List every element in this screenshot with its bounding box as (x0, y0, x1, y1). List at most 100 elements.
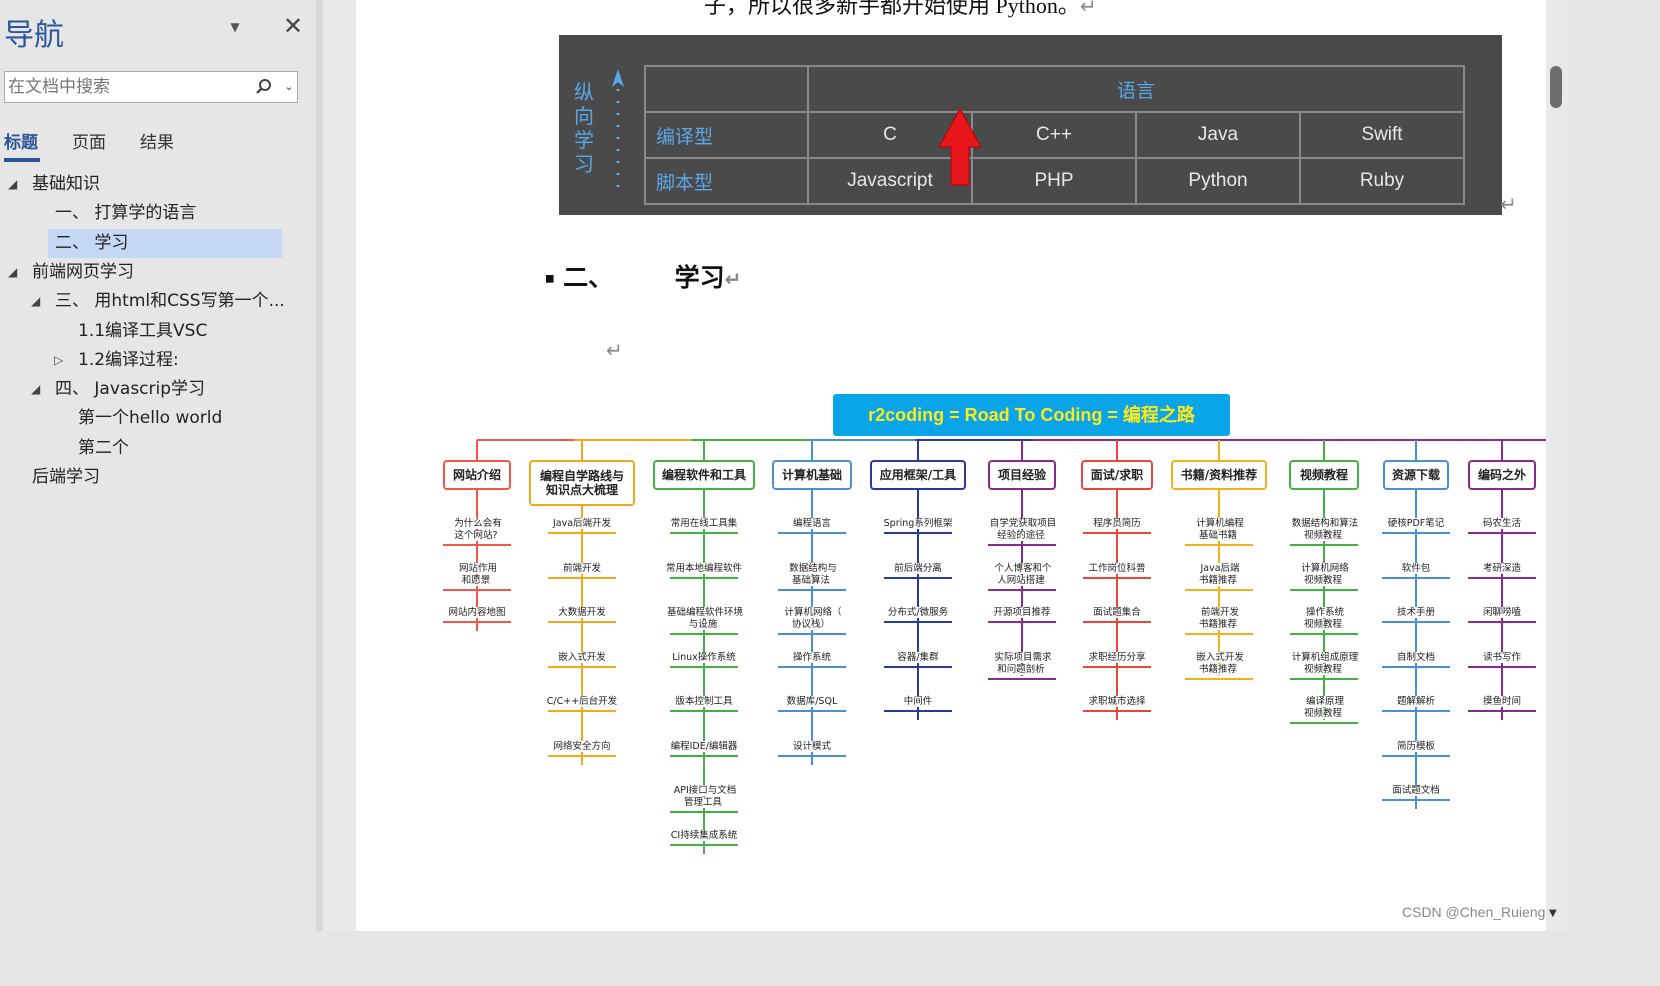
mindmap-item: 计算机网络（ 协议栈） (782, 607, 842, 630)
heading-text: 学习 (674, 263, 725, 292)
paragraph-mark-icon: ↵ (606, 338, 623, 362)
section-heading[interactable]: ■ 二、 学习↵ (545, 258, 741, 294)
tree-item[interactable]: 一、 打算学的语言 (0, 199, 300, 228)
watermark: CSDN @Chen_Ruieng (1402, 904, 1546, 920)
mindmap-connector (1218, 440, 1220, 460)
mindmap-item: 工作岗位科普 (1086, 562, 1148, 574)
chevron-down-icon[interactable]: ⌄ (281, 78, 297, 96)
mindmap-connector (1468, 576, 1536, 579)
table-row: 脚本型 Javascript PHP Python Ruby (644, 157, 1465, 205)
search-input[interactable] (5, 72, 247, 102)
mindmap-connector (1290, 633, 1358, 635)
mindmap-item: 操作系统 视频教程 (1303, 607, 1344, 630)
mindmap-item: Spring系列框架 (881, 518, 955, 529)
expanded-triangle-icon[interactable]: ◢ (8, 170, 17, 199)
tree-item[interactable]: 二、 学习 (48, 228, 282, 258)
mindmap-connector (1185, 677, 1253, 680)
mindmap-item: 数据结构和算法 视频教程 (1289, 518, 1359, 541)
mindmap-connector (1290, 677, 1358, 680)
expanded-triangle-icon[interactable]: ◢ (8, 258, 17, 287)
mindmap-item: 版本控制工具 (673, 696, 735, 707)
nav-options-chevron-icon[interactable]: ▼ (226, 18, 244, 36)
mindmap-item: 求职城市选择 (1086, 696, 1148, 707)
mindmap-item: 常用在线工具集 (668, 518, 740, 529)
mindmap-connector (778, 710, 846, 712)
pane-splitter[interactable] (316, 0, 323, 931)
scroll-down-arrow-icon[interactable]: ▼ (1549, 908, 1557, 919)
tab-results[interactable]: 结果 (140, 128, 174, 153)
mindmap-connector (1185, 633, 1253, 635)
mindmap-connector (476, 440, 478, 460)
table-cell: Swift (1299, 111, 1465, 159)
mindmap-item: 设计模式 (790, 740, 833, 752)
tree-item-label: 四、 Javascrip学习 (55, 379, 206, 400)
mindmap-connector (778, 588, 846, 591)
mindmap-item: 嵌入式开发 (556, 651, 608, 663)
mindmap-connector (1382, 532, 1450, 534)
tree-item[interactable]: 1.1编译工具VSC (0, 317, 300, 346)
mindmap-connector (548, 754, 616, 757)
tree-item[interactable]: 后端学习 (0, 463, 300, 492)
mindmap-connector (670, 665, 738, 668)
mindmap-connector (1083, 710, 1151, 712)
table-cell: Java (1135, 111, 1301, 159)
tree-item[interactable]: ◢ 四、 Javascrip学习 (0, 375, 300, 404)
mindmap-item: C/C++后台开发 (544, 696, 620, 707)
mindmap-connector (1382, 665, 1450, 668)
language-table: 语言 编译型 C C++ Java Swift 脚本型 Javascript P… (644, 65, 1465, 205)
mindmap-item: 编程语言 (790, 518, 833, 529)
tree-item-label: 前端网页学习 (32, 261, 134, 282)
mindmap-category: 应用框架/工具 (870, 460, 966, 490)
scrollbar-thumb[interactable] (1550, 66, 1562, 108)
mindmap-item: 计算机网络 视频教程 (1299, 562, 1349, 586)
tab-headings[interactable]: 标题 (4, 128, 38, 153)
mindmap-item: 自制文档 (1394, 651, 1437, 663)
mindmap-item: 计算机编程 基础书籍 (1194, 518, 1244, 541)
mindmap-connector (670, 633, 738, 635)
paragraph-mark-icon: ↵ (724, 267, 742, 291)
mindmap-connector (548, 710, 616, 712)
mindmap-connector (1382, 754, 1450, 757)
tree-item[interactable]: 第一个hello world (0, 404, 300, 433)
tree-item[interactable]: ◢ 前端网页学习 (0, 258, 300, 287)
mindmap-connector (778, 754, 846, 757)
mindmap-item: 大数据开发 (556, 607, 608, 618)
search-box: ⌄ (4, 71, 298, 103)
mindmap-connector (1323, 440, 1325, 460)
mindmap-connector (670, 843, 738, 846)
mindmap-connector (477, 439, 1546, 441)
mindmap-connector (548, 576, 616, 579)
mindmap-connector (443, 544, 511, 546)
language-table-image: 纵向学习 语言 编译型 C C++ Java Swift 脚本型 Javascr… (559, 35, 1502, 215)
tab-pages[interactable]: 页面 (72, 128, 106, 153)
mindmap-item: 计算机组成原理 视频教程 (1289, 651, 1359, 675)
tree-item-label: 1.2编译过程: (78, 349, 179, 370)
mindmap-item: 网络安全方向 (551, 740, 613, 752)
mindmap-connector (548, 532, 616, 534)
mindmap-connector (884, 665, 952, 668)
mindmap-connector (1083, 576, 1151, 579)
search-icon[interactable] (255, 78, 273, 96)
mindmap-connector (884, 532, 952, 534)
tree-item[interactable]: ◢ 三、 用html和CSS写第一个... (0, 287, 300, 316)
mindmap-connector (548, 621, 616, 623)
table-header-cell: 语言 (807, 65, 1465, 113)
mindmap-item: 前端开发 书籍推荐 (1198, 607, 1239, 630)
collapsed-triangle-icon[interactable]: ▷ (54, 346, 63, 375)
mindmap-item: 面试题文档 (1390, 785, 1442, 796)
mindmap-connector (988, 621, 1056, 623)
mindmap-category: 编程自学路线与 知识点大梳理 (529, 460, 635, 506)
mindmap-connector (778, 633, 846, 635)
tree-item-label: 1.1编译工具VSC (78, 320, 208, 341)
mindmap-connector (1382, 576, 1450, 579)
mindmap-item: 数据库/SQL (784, 696, 840, 707)
expanded-triangle-icon[interactable]: ◢ (31, 287, 40, 316)
mindmap-item: 闲聊唠嗑 (1480, 607, 1523, 618)
tree-item[interactable]: ◢ 基础知识 (0, 170, 300, 199)
expanded-triangle-icon[interactable]: ◢ (31, 375, 40, 404)
mindmap-category: 网站介绍 (443, 460, 511, 490)
close-icon[interactable]: ✕ (282, 14, 304, 38)
tree-item[interactable]: 第二个 (0, 434, 300, 463)
mindmap-connector (1290, 544, 1358, 546)
tree-item[interactable]: ▷ 1.2编译过程: (0, 346, 300, 375)
